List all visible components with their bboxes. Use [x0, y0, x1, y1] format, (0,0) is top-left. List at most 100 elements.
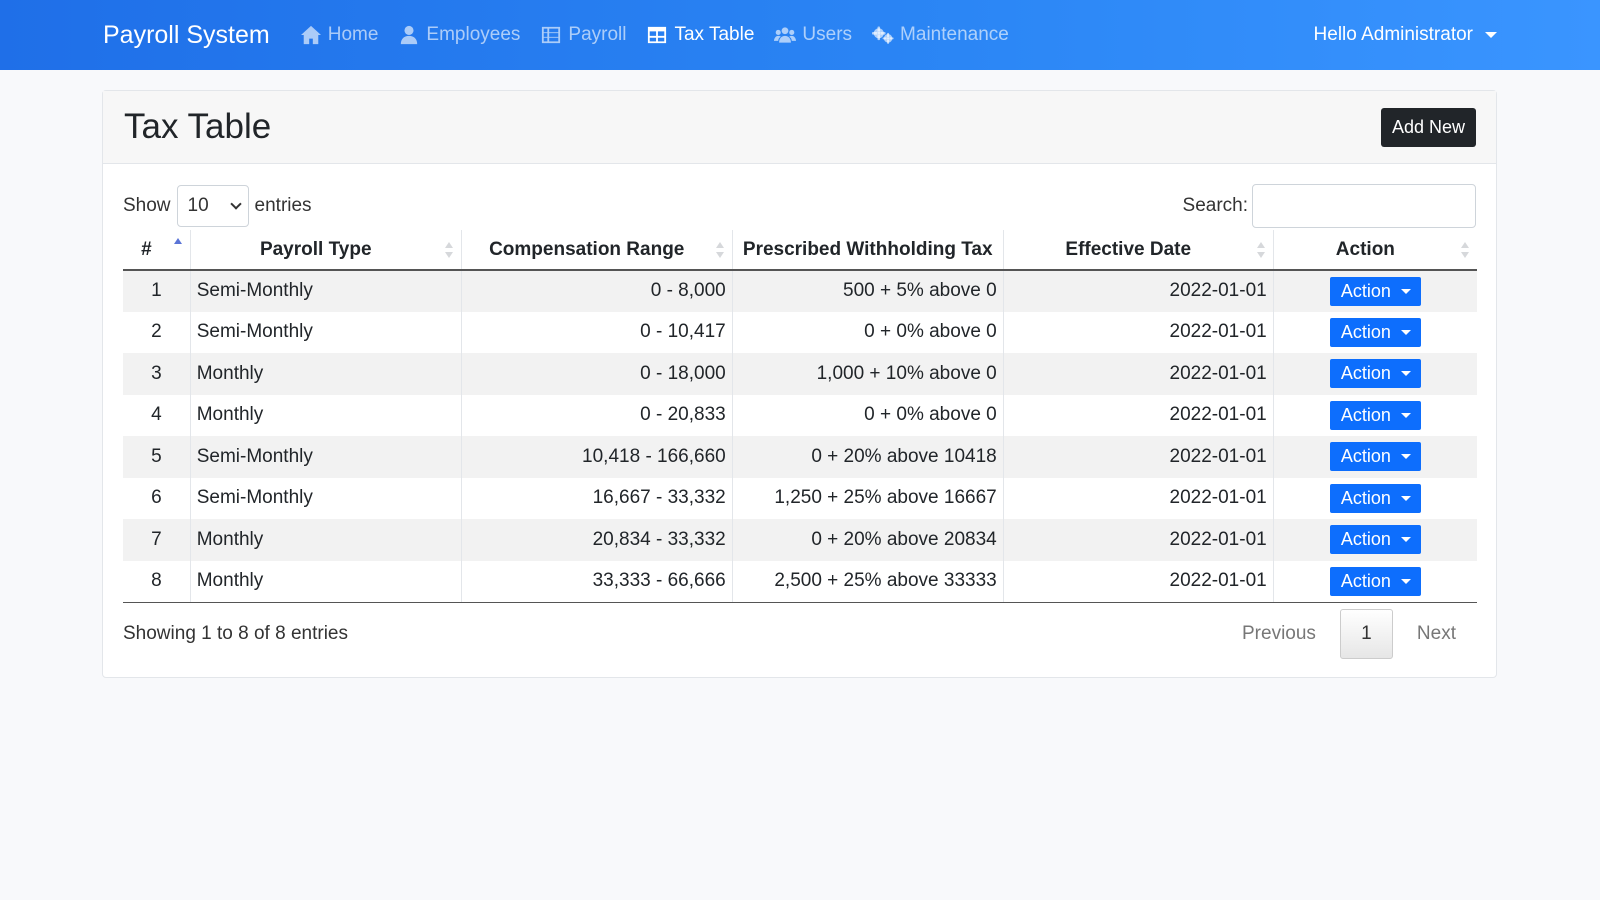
cell-number: 1 [123, 270, 191, 312]
table-row: 5 Semi-Monthly 10,418 - 166,660 0 + 20% … [123, 436, 1477, 478]
card-header: Tax Table Add New [103, 91, 1496, 164]
nav-item-employees[interactable]: Employees [398, 24, 520, 46]
page-length-value: 10 [187, 195, 209, 216]
cell-action: Action [1273, 270, 1477, 312]
nav-item-label: Users [802, 24, 853, 45]
chevron-down-icon [229, 198, 242, 210]
cell-action: Action [1273, 519, 1477, 561]
row-action-button[interactable]: Action [1329, 525, 1421, 555]
user-dropdown[interactable]: Hello Administrator [1314, 24, 1497, 46]
table-list-icon [542, 26, 561, 44]
table-row: 4 Monthly 0 - 20,833 0 + 0% above 0 2022… [123, 394, 1477, 436]
cell-compensation-range: 16,667 - 33,332 [461, 477, 733, 519]
caret-down-icon [1400, 412, 1411, 418]
table-controls: Show 10 entries Search: [123, 184, 1476, 228]
table-row: 6 Semi-Monthly 16,667 - 33,332 1,250 + 2… [123, 477, 1477, 520]
cell-withholding-tax: 2,500 + 25% above 33333 [732, 560, 1004, 603]
row-action-button[interactable]: Action [1329, 566, 1421, 596]
caret-down-icon [1400, 495, 1411, 501]
top-navbar: Payroll System Home Employees Payroll Ta… [0, 0, 1600, 70]
nav-item-tax-table[interactable]: Tax Table [646, 24, 754, 46]
column-header-payroll-type[interactable]: Payroll Type [190, 230, 462, 271]
column-header-number[interactable]: # [123, 230, 191, 271]
caret-down-icon [1400, 288, 1411, 294]
table-row: 2 Semi-Monthly 0 - 10,417 0 + 0% above 0… [123, 311, 1477, 353]
cell-number: 7 [123, 519, 191, 561]
cell-compensation-range: 0 - 18,000 [461, 353, 733, 395]
sort-icon [1461, 242, 1469, 258]
cell-number: 8 [123, 560, 191, 603]
next-page-button[interactable]: Next [1397, 623, 1476, 645]
cell-compensation-range: 0 - 20,833 [461, 394, 733, 436]
cell-payroll-type: Monthly [190, 394, 462, 436]
caret-down-icon [1400, 578, 1411, 584]
cell-number: 5 [123, 436, 191, 478]
nav-item-home[interactable]: Home [300, 24, 378, 46]
table-icon [648, 26, 667, 44]
users-icon [774, 27, 797, 43]
row-action-button[interactable]: Action [1329, 317, 1421, 347]
cell-withholding-tax: 0 + 20% above 20834 [732, 519, 1004, 561]
page-title: Tax Table [124, 107, 272, 146]
cell-effective-date: 2022-01-01 [1003, 436, 1274, 478]
sort-icon [444, 242, 453, 258]
cell-withholding-tax: 0 + 0% above 0 [732, 311, 1004, 353]
user-greeting: Hello Administrator [1313, 24, 1473, 45]
column-header-compensation-range[interactable]: Compensation Range [461, 230, 733, 271]
table-row: 7 Monthly 20,834 - 33,332 0 + 20% above … [123, 519, 1477, 561]
row-action-button[interactable]: Action [1329, 400, 1421, 430]
search-label: Search: [1182, 195, 1248, 216]
add-new-button[interactable]: Add New [1380, 107, 1476, 147]
search-input[interactable] [1252, 184, 1476, 228]
sort-icon [1256, 242, 1265, 258]
caret-down-icon [1400, 371, 1411, 377]
page-button-current[interactable]: 1 [1339, 608, 1393, 659]
cell-effective-date: 2022-01-01 [1003, 311, 1274, 353]
cell-compensation-range: 10,418 - 166,660 [461, 436, 733, 478]
main-nav: Home Employees Payroll Tax Table Users M… [300, 24, 1029, 46]
cell-action: Action [1273, 353, 1477, 395]
cell-compensation-range: 0 - 8,000 [461, 270, 733, 312]
home-icon [300, 25, 321, 45]
cell-number: 3 [123, 353, 191, 395]
cell-withholding-tax: 0 + 0% above 0 [732, 394, 1004, 436]
cell-payroll-type: Monthly [190, 519, 462, 561]
page-length-select[interactable]: 10 [176, 185, 249, 227]
cell-effective-date: 2022-01-01 [1003, 270, 1274, 312]
cell-action: Action [1273, 560, 1477, 603]
cell-effective-date: 2022-01-01 [1003, 353, 1274, 395]
row-action-button[interactable]: Action [1329, 359, 1421, 389]
nav-item-label: Tax Table [674, 24, 755, 45]
brand-link[interactable]: Payroll System [103, 21, 270, 50]
nav-item-payroll[interactable]: Payroll [540, 24, 626, 46]
nav-item-label: Maintenance [900, 24, 1009, 45]
sort-ascending-icon [173, 238, 182, 258]
nav-item-label: Employees [426, 24, 521, 45]
nav-item-maintenance[interactable]: Maintenance [872, 24, 1009, 46]
cell-withholding-tax: 500 + 5% above 0 [732, 270, 1004, 312]
table-row: 8 Monthly 33,333 - 66,666 2,500 + 25% ab… [123, 560, 1477, 603]
column-header-withholding-tax[interactable]: Prescribed Withholding Tax [732, 230, 1004, 271]
row-action-button[interactable]: Action [1329, 442, 1421, 472]
column-header-effective-date[interactable]: Effective Date [1003, 230, 1274, 271]
cell-action: Action [1273, 478, 1477, 520]
cell-payroll-type: Monthly [190, 560, 462, 603]
cell-effective-date: 2022-01-01 [1003, 394, 1274, 436]
cell-withholding-tax: 1,250 + 25% above 16667 [732, 477, 1004, 519]
previous-page-button[interactable]: Previous [1222, 623, 1336, 645]
row-action-button[interactable]: Action [1329, 276, 1421, 306]
table-row: 1 Semi-Monthly 0 - 8,000 500 + 5% above … [123, 270, 1477, 312]
cell-action: Action [1273, 436, 1477, 478]
caret-down-icon [1400, 454, 1411, 460]
nav-item-users[interactable]: Users [774, 24, 852, 46]
cell-payroll-type: Semi-Monthly [190, 477, 462, 519]
cell-payroll-type: Monthly [190, 353, 462, 395]
entries-info: Showing 1 to 8 of 8 entries [123, 622, 348, 644]
row-action-button[interactable]: Action [1329, 483, 1421, 513]
cell-number: 4 [123, 394, 191, 436]
cell-withholding-tax: 0 + 20% above 10418 [732, 436, 1004, 478]
tax-table-card: Tax Table Add New Show 10 entries Search… [102, 90, 1497, 678]
column-header-action[interactable]: Action [1273, 230, 1477, 271]
caret-down-icon [1485, 32, 1497, 38]
table-footer: Showing 1 to 8 of 8 entries Previous 1 N… [123, 608, 1476, 659]
